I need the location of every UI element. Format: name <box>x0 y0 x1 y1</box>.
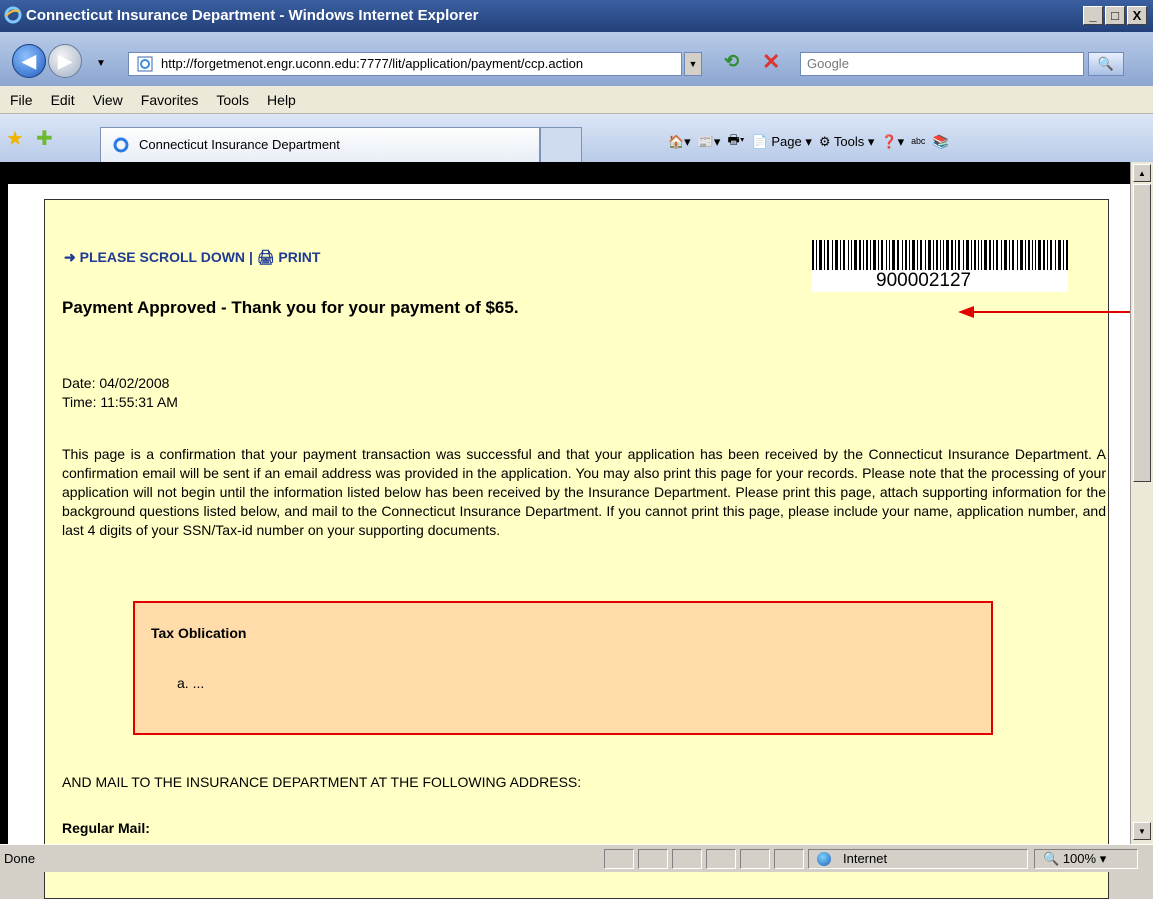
status-panel-4 <box>706 849 736 869</box>
print-icon[interactable]: 🖶▾ <box>727 131 744 153</box>
forward-button[interactable]: ▶ <box>48 44 82 78</box>
zoom-control[interactable]: 🔍 100% ▾ <box>1034 849 1138 869</box>
ie-logo-icon <box>4 6 22 24</box>
command-bar: 🏠▾ 📰▾ 🖶▾ 📄 Page ▾ ⚙ Tools ▾ ❓▾ ᵃᵇᶜ 📚 <box>668 131 949 153</box>
menu-favorites[interactable]: Favorites <box>141 92 199 108</box>
address-url: http://forgetmenot.engr.uconn.edu:7777/l… <box>161 56 584 71</box>
approval-heading: Payment Approved - Thank you for your pa… <box>62 298 519 317</box>
annotation-arrow-icon <box>958 306 1153 318</box>
print-link[interactable]: PRINT <box>278 249 320 265</box>
address-bar[interactable]: http://forgetmenot.engr.uconn.edu:7777/l… <box>128 52 682 76</box>
barcode-bars <box>812 240 1068 270</box>
tools-menu[interactable]: ⚙ Tools ▾ <box>819 134 875 150</box>
menu-edit[interactable]: Edit <box>51 92 75 108</box>
history-dropdown-icon[interactable]: ▼ <box>96 58 106 69</box>
status-panel-6 <box>774 849 804 869</box>
tabs-bar: ★ ✚ Connecticut Insurance Department 🏠▾ … <box>0 114 1153 162</box>
tools-menu-label: Tools <box>833 134 865 149</box>
tab-label: Connecticut Insurance Department <box>139 137 340 152</box>
ie-tab-icon <box>113 137 129 153</box>
status-panel-2 <box>638 849 668 869</box>
scroll-down-button[interactable]: ▼ <box>1133 822 1151 840</box>
help-icon[interactable]: ❓▾ <box>881 134 904 150</box>
status-panel-3 <box>672 849 702 869</box>
security-zone[interactable]: Internet <box>808 849 1028 869</box>
search-icon: 🔍 <box>1097 56 1115 71</box>
search-button[interactable]: 🔍 <box>1088 52 1124 76</box>
maximize-button[interactable]: □ <box>1105 6 1125 25</box>
feeds-icon[interactable]: 📰▾ <box>698 134 721 150</box>
barcode: 900002127 <box>812 240 1068 292</box>
printer-icon[interactable]: 🖨 <box>257 249 275 265</box>
window-controls: _ □ X <box>1083 6 1147 25</box>
navigation-bar: ◀ ▶ ▼ http://forgetmenot.engr.uconn.edu:… <box>0 32 1153 86</box>
separator: | <box>248 249 253 265</box>
chevron-down-icon: ▼ <box>688 59 698 69</box>
scroll-down-link[interactable]: PLEASE SCROLL DOWN <box>80 249 245 265</box>
search-placeholder: Google <box>807 56 849 71</box>
globe-icon <box>817 852 831 866</box>
menu-file[interactable]: File <box>10 92 33 108</box>
tax-obligation-box: Tax Oblication a. ... <box>133 601 993 735</box>
minimize-button[interactable]: _ <box>1083 6 1103 25</box>
tax-obligation-item: a. ... <box>177 675 205 691</box>
title-bar: Connecticut Insurance Department - Windo… <box>0 0 1153 32</box>
chevron-down-icon: ▾ <box>1099 851 1107 866</box>
mail-address-heading: AND MAIL TO THE INSURANCE DEPARTMENT AT … <box>62 774 582 790</box>
search-input[interactable]: Google <box>800 52 1084 76</box>
home-icon[interactable]: 🏠▾ <box>668 134 691 150</box>
status-bar: Done Internet 🔍 100% ▾ <box>0 844 1153 872</box>
new-tab-button[interactable] <box>540 127 582 162</box>
scroll-thumb[interactable] <box>1133 184 1151 482</box>
zoom-icon: 🔍 <box>1043 851 1060 866</box>
zoom-level: 100% <box>1062 851 1097 866</box>
scroll-up-button[interactable]: ▲ <box>1133 164 1151 182</box>
back-arrow-icon: ◀ <box>22 50 36 71</box>
back-button[interactable]: ◀ <box>12 44 46 78</box>
menu-bar: File Edit View Favorites Tools Help <box>0 86 1153 114</box>
confirmation-paragraph: This page is a confirmation that your pa… <box>62 446 1106 538</box>
forward-arrow-icon: ▶ <box>58 50 72 71</box>
barcode-number: 900002127 <box>876 270 972 291</box>
add-favorite-icon[interactable]: ✚ <box>36 126 53 151</box>
menu-tools[interactable]: Tools <box>216 92 249 108</box>
payment-datetime: Date: 04/02/2008 Time: 11:55:31 AM <box>62 374 178 412</box>
regular-mail-label: Regular Mail: <box>62 820 150 836</box>
payment-time: Time: 11:55:31 AM <box>62 394 178 410</box>
window-title: Connecticut Insurance Department - Windo… <box>26 7 479 24</box>
menu-view[interactable]: View <box>93 92 123 108</box>
stop-icon[interactable]: ✕ <box>762 49 780 75</box>
vertical-scrollbar[interactable]: ▲ ▼ <box>1130 162 1153 844</box>
tax-obligation-title: Tax Oblication <box>151 625 247 641</box>
page-icon <box>137 56 153 72</box>
refresh-icon[interactable]: ⟲ <box>724 51 739 72</box>
status-panel-5 <box>740 849 770 869</box>
status-text: Done <box>4 851 36 866</box>
zone-label: Internet <box>843 851 888 866</box>
tab-active[interactable]: Connecticut Insurance Department <box>100 127 540 162</box>
page-actions: ➜ PLEASE SCROLL DOWN | 🖨 PRINT <box>64 249 320 266</box>
address-dropdown-button[interactable]: ▼ <box>684 52 702 76</box>
status-panel-1 <box>604 849 634 869</box>
menu-help[interactable]: Help <box>267 92 296 108</box>
page-menu-label: Page <box>771 134 802 149</box>
down-arrow-icon: ➜ <box>64 249 76 265</box>
spellcheck-icon[interactable]: ᵃᵇᶜ <box>911 135 925 150</box>
page-menu[interactable]: 📄 Page ▾ <box>752 134 812 150</box>
payment-date: Date: 04/02/2008 <box>62 375 170 391</box>
close-button[interactable]: X <box>1127 6 1147 25</box>
research-icon[interactable]: 📚 <box>932 134 948 150</box>
favorites-star-icon[interactable]: ★ <box>6 126 24 151</box>
